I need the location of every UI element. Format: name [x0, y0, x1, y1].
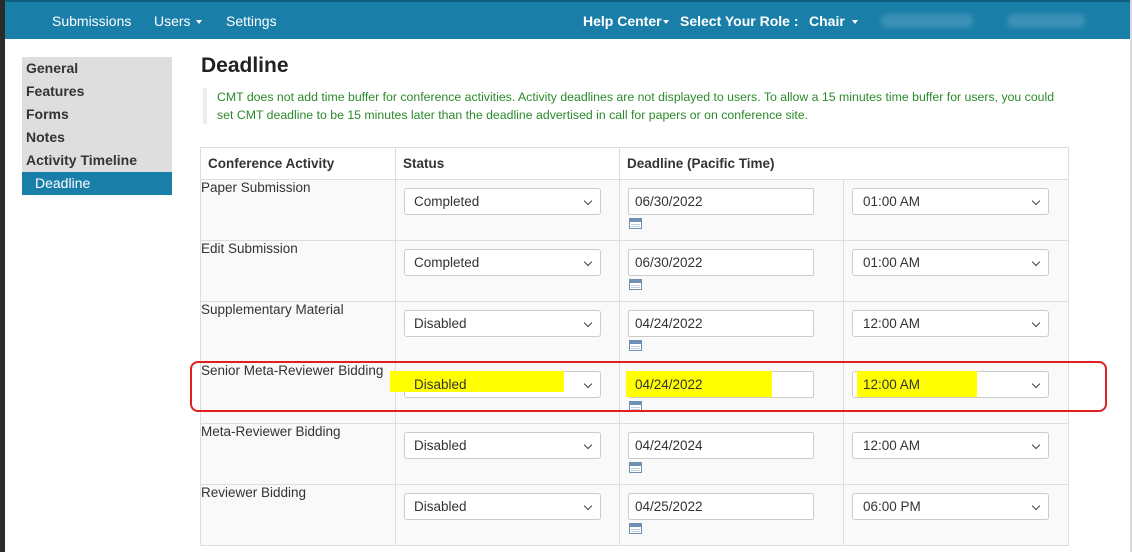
activity-name: Supplementary Material	[200, 301, 396, 363]
status-value: Disabled	[414, 438, 467, 453]
status-value: Disabled	[414, 316, 467, 331]
page-title: Deadline	[201, 54, 289, 77]
role-selector[interactable]: Chair	[809, 13, 858, 29]
caret-down-icon	[851, 20, 858, 25]
column-header-status: Status	[395, 147, 620, 180]
calendar-icon[interactable]	[629, 523, 642, 534]
time-value: 01:00 AM	[863, 194, 921, 209]
table-row: Meta-Reviewer Bidding Disabled 04/24/202…	[200, 423, 1069, 485]
activity-name: Paper Submission	[200, 179, 396, 241]
table-header-row: Conference Activity Status Deadline (Pac…	[200, 147, 1069, 180]
chevron-down-icon	[583, 440, 593, 450]
status-select[interactable]: Disabled	[404, 371, 601, 398]
status-value: Completed	[414, 255, 480, 270]
table-row-highlighted: Senior Meta-Reviewer Bidding Disabled 04…	[200, 362, 1069, 424]
nav-settings[interactable]: Settings	[226, 13, 277, 29]
deadline-time-select[interactable]: 12:00 AM	[852, 310, 1049, 337]
chevron-down-icon	[1031, 501, 1041, 511]
nav-users[interactable]: Users	[154, 13, 202, 29]
calendar-icon[interactable]	[629, 401, 642, 412]
role-value: Chair	[809, 13, 845, 29]
help-center-label: Help Center	[583, 13, 662, 29]
role-label: Select Your Role :	[680, 13, 799, 29]
chevron-down-icon	[583, 318, 593, 328]
chevron-down-icon	[583, 257, 593, 267]
table-row: Paper Submission Completed 06/30/2022 01…	[200, 179, 1069, 241]
deadline-date-input[interactable]: 06/30/2022	[628, 188, 814, 215]
redacted-user-name	[881, 14, 973, 28]
deadline-date-input[interactable]: 04/25/2022	[628, 493, 814, 520]
calendar-icon[interactable]	[629, 279, 642, 290]
status-value: Completed	[414, 194, 480, 209]
deadline-time-select[interactable]: 06:00 PM	[852, 493, 1049, 520]
caret-down-icon	[195, 20, 202, 25]
time-value: 12:00 AM	[863, 316, 921, 331]
status-select[interactable]: Disabled	[404, 432, 601, 459]
time-value: 06:00 PM	[863, 499, 921, 514]
status-select[interactable]: Disabled	[404, 310, 601, 337]
table-row: Reviewer Bidding Disabled 04/25/2022 06:…	[200, 484, 1069, 546]
chevron-down-icon	[1031, 257, 1041, 267]
deadline-time-select[interactable]: 12:00 AM	[852, 371, 1049, 398]
time-value: 01:00 AM	[863, 255, 921, 270]
redacted-user-menu	[1007, 14, 1085, 28]
nav-help-center[interactable]: Help Center	[583, 13, 669, 29]
chevron-down-icon	[1031, 440, 1041, 450]
deadline-date-input[interactable]: 04/24/2024	[628, 432, 814, 459]
calendar-icon[interactable]	[629, 340, 642, 351]
top-navbar: Submissions Users Settings Help Center S…	[5, 0, 1130, 39]
time-value: 12:00 AM	[863, 438, 921, 453]
table-row: Edit Submission Completed 06/30/2022 01:…	[200, 240, 1069, 302]
activity-name: Senior Meta-Reviewer Bidding	[200, 362, 396, 424]
nav-users-label: Users	[154, 13, 191, 29]
table-row: Supplementary Material Disabled 04/24/20…	[200, 301, 1069, 363]
settings-sidebar: General Features Forms Notes Activity Ti…	[22, 57, 172, 195]
caret-down-icon	[662, 20, 669, 25]
status-value: Disabled	[414, 377, 467, 392]
date-value: 04/24/2022	[635, 377, 703, 392]
status-select[interactable]: Completed	[404, 188, 601, 215]
chevron-down-icon	[1031, 379, 1041, 389]
sidebar-item-deadline[interactable]: Deadline	[22, 172, 172, 195]
sidebar-item-general[interactable]: General	[22, 57, 172, 80]
deadline-time-select[interactable]: 12:00 AM	[852, 432, 1049, 459]
background-window-edge	[0, 0, 5, 552]
activity-name: Edit Submission	[200, 240, 396, 302]
sidebar-item-features[interactable]: Features	[22, 80, 172, 103]
calendar-icon[interactable]	[629, 218, 642, 229]
deadline-time-select[interactable]: 01:00 AM	[852, 188, 1049, 215]
column-header-activity: Conference Activity	[200, 147, 396, 180]
activity-name: Meta-Reviewer Bidding	[200, 423, 396, 485]
chevron-down-icon	[1031, 318, 1041, 328]
chevron-down-icon	[1031, 196, 1041, 206]
sidebar-item-activity-timeline[interactable]: Activity Timeline	[22, 149, 172, 172]
chevron-down-icon	[583, 501, 593, 511]
deadline-date-input[interactable]: 04/24/2022	[628, 310, 814, 337]
sidebar-item-notes[interactable]: Notes	[22, 126, 172, 149]
deadline-date-input[interactable]: 04/24/2022	[628, 371, 814, 398]
time-value: 12:00 AM	[863, 377, 921, 392]
chevron-down-icon	[583, 196, 593, 206]
deadline-time-select[interactable]: 01:00 AM	[852, 249, 1049, 276]
status-select[interactable]: Disabled	[404, 493, 601, 520]
column-header-deadline: Deadline (Pacific Time)	[619, 147, 1069, 180]
status-value: Disabled	[414, 499, 467, 514]
sidebar-item-forms[interactable]: Forms	[22, 103, 172, 126]
chevron-down-icon	[583, 379, 593, 389]
deadline-table: Conference Activity Status Deadline (Pac…	[200, 147, 1069, 546]
calendar-icon[interactable]	[629, 462, 642, 473]
status-select[interactable]: Completed	[404, 249, 601, 276]
deadline-date-input[interactable]: 06/30/2022	[628, 249, 814, 276]
activity-name: Reviewer Bidding	[200, 484, 396, 546]
time-buffer-notice: CMT does not add time buffer for confere…	[203, 88, 1068, 124]
nav-submissions[interactable]: Submissions	[52, 13, 131, 29]
